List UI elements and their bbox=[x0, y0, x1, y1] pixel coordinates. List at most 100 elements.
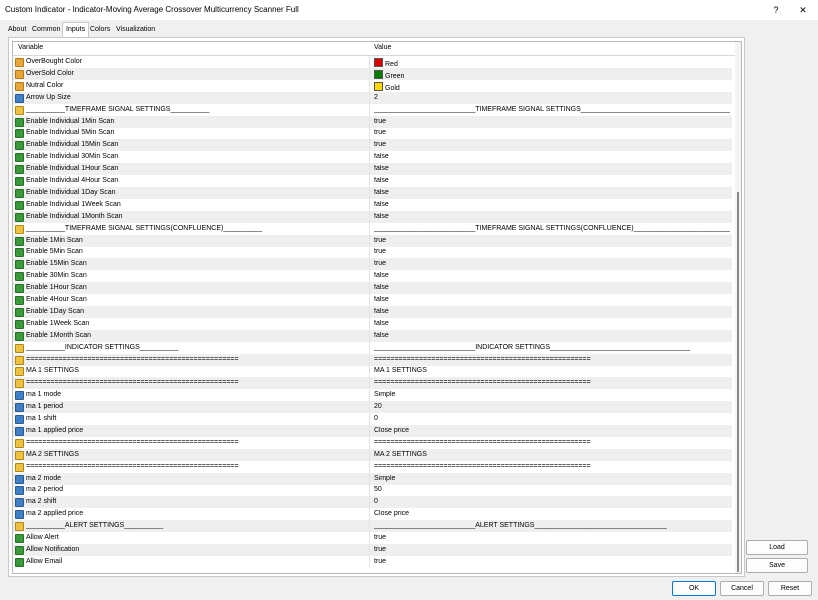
param-value-cell[interactable]: 0 bbox=[374, 498, 730, 505]
cancel-button[interactable]: Cancel bbox=[720, 581, 764, 596]
param-row[interactable]: ma 2 applied price Close price bbox=[13, 508, 732, 521]
param-value-cell[interactable]: ========================================… bbox=[374, 463, 730, 470]
param-row[interactable]: __________TIMEFRAME SIGNAL SETTINGS(CONF… bbox=[13, 222, 732, 235]
param-row[interactable]: Enable Individual 5Min Scan true bbox=[13, 127, 732, 140]
param-value-cell[interactable]: true bbox=[374, 237, 730, 244]
tab-colors[interactable]: Colors bbox=[87, 23, 113, 36]
param-value-cell[interactable]: false bbox=[374, 189, 730, 196]
param-row[interactable]: Enable Individual 1Week Scan false bbox=[13, 198, 732, 211]
param-value-cell[interactable]: Red bbox=[374, 58, 730, 68]
param-value-cell[interactable]: true bbox=[374, 546, 730, 553]
param-value-cell[interactable]: 0 bbox=[374, 415, 730, 422]
param-value-cell[interactable]: false bbox=[374, 201, 730, 208]
param-row[interactable]: Enable 1Week Scan false bbox=[13, 317, 732, 330]
param-row[interactable]: ma 2 shift 0 bbox=[13, 496, 732, 509]
param-value-cell[interactable]: Simple bbox=[374, 391, 730, 398]
param-value-cell[interactable]: Close price bbox=[374, 510, 730, 517]
param-value-cell[interactable]: ========================================… bbox=[374, 379, 730, 386]
param-row[interactable]: Enable 1Min Scan true bbox=[13, 234, 732, 247]
param-row[interactable]: ma 1 shift 0 bbox=[13, 413, 732, 425]
param-row[interactable]: Enable Individual 1Day Scan false bbox=[13, 186, 732, 199]
param-value-cell[interactable]: false bbox=[374, 320, 730, 327]
param-value-cell[interactable]: Green bbox=[374, 69, 730, 80]
param-value-cell[interactable]: MA 1 SETTINGS bbox=[374, 367, 730, 374]
param-row[interactable]: ma 1 mode Simple bbox=[13, 389, 732, 402]
param-row[interactable]: ma 1 period 20 bbox=[13, 401, 732, 414]
param-value-cell[interactable]: __________________________TIMEFRAME SIGN… bbox=[374, 106, 730, 113]
param-row[interactable]: Enable 30Min Scan false bbox=[13, 270, 732, 283]
param-row[interactable]: ========================================… bbox=[13, 460, 732, 473]
param-row[interactable]: Enable 1Hour Scan false bbox=[13, 282, 732, 295]
vertical-scrollbar[interactable] bbox=[735, 42, 741, 573]
param-row[interactable]: ========================================… bbox=[13, 353, 732, 366]
param-row[interactable]: OverSold Color Green bbox=[13, 67, 732, 80]
param-row[interactable]: __________TIMEFRAME SIGNAL SETTINGS_____… bbox=[13, 103, 732, 116]
variable-column-header[interactable]: Variable bbox=[18, 44, 43, 51]
param-row[interactable]: Enable Individual 1Min Scan true bbox=[13, 115, 732, 128]
param-value-cell[interactable]: ========================================… bbox=[374, 439, 730, 446]
param-row[interactable]: Enable 1Day Scan false bbox=[13, 305, 732, 318]
param-row[interactable]: Enable Individual 1Month Scan false bbox=[13, 210, 732, 223]
tab-about[interactable]: About bbox=[5, 23, 29, 36]
reset-button[interactable]: Reset bbox=[768, 581, 812, 596]
tab-visualization[interactable]: Visualization bbox=[113, 23, 158, 36]
param-row[interactable]: Enable Individual 4Hour Scan false bbox=[13, 175, 732, 187]
tab-common[interactable]: Common bbox=[29, 23, 63, 36]
param-value-cell[interactable]: false bbox=[374, 165, 730, 172]
tab-inputs[interactable]: Inputs bbox=[62, 22, 90, 38]
param-value-cell[interactable]: __________________________ALERT SETTINGS… bbox=[374, 522, 730, 529]
param-value-cell[interactable]: Simple bbox=[374, 475, 730, 482]
param-value-cell[interactable]: true bbox=[374, 118, 730, 125]
param-value-cell[interactable]: MA 2 SETTINGS bbox=[374, 451, 730, 458]
param-value-cell[interactable]: __________________________INDICATOR SETT… bbox=[374, 344, 730, 351]
param-row[interactable]: Enable Individual 15Min Scan true bbox=[13, 139, 732, 152]
param-value-cell[interactable]: true bbox=[374, 558, 730, 565]
param-row[interactable]: Enable 5Min Scan true bbox=[13, 246, 732, 259]
param-value-cell[interactable]: false bbox=[374, 153, 730, 160]
param-value-cell[interactable]: true bbox=[374, 260, 730, 267]
param-row[interactable]: ma 2 period 50 bbox=[13, 484, 732, 497]
param-row[interactable]: Allow Email true bbox=[13, 555, 732, 568]
param-value-cell[interactable]: false bbox=[374, 332, 730, 339]
param-row[interactable]: Allow Alert true bbox=[13, 532, 732, 544]
param-row[interactable]: ma 2 mode Simple bbox=[13, 472, 732, 485]
close-icon[interactable]: ✕ bbox=[793, 2, 813, 18]
load-button[interactable]: Load bbox=[746, 540, 808, 555]
scrollbar-thumb[interactable] bbox=[737, 192, 739, 572]
param-row[interactable]: Enable 15Min Scan true bbox=[13, 258, 732, 271]
param-value-cell[interactable]: false bbox=[374, 308, 730, 315]
save-button[interactable]: Save bbox=[746, 558, 808, 573]
param-value-cell[interactable]: 50 bbox=[374, 486, 730, 493]
param-row[interactable]: Enable 4Hour Scan false bbox=[13, 294, 732, 306]
param-row[interactable]: OverBought Color Red bbox=[13, 56, 732, 68]
param-row[interactable]: Arrow Up Size 2 bbox=[13, 91, 732, 104]
param-value-cell[interactable]: Close price bbox=[374, 427, 730, 434]
param-row[interactable]: Enable Individual 1Hour Scan false bbox=[13, 163, 732, 176]
param-value-cell[interactable]: false bbox=[374, 272, 730, 279]
param-value-cell[interactable]: false bbox=[374, 284, 730, 291]
param-row[interactable]: ========================================… bbox=[13, 436, 732, 449]
param-row[interactable]: ma 1 applied price Close price bbox=[13, 424, 732, 437]
param-value-cell[interactable]: 2 bbox=[374, 94, 730, 101]
param-row[interactable]: Allow Notification true bbox=[13, 543, 732, 556]
param-row[interactable]: MA 2 SETTINGS MA 2 SETTINGS bbox=[13, 448, 732, 461]
help-button[interactable]: ? bbox=[766, 2, 786, 18]
param-row[interactable]: MA 1 SETTINGS MA 1 SETTINGS bbox=[13, 365, 732, 378]
param-row[interactable]: Enable Individual 30Min Scan false bbox=[13, 151, 732, 164]
ok-button[interactable]: OK bbox=[672, 581, 716, 596]
param-value-cell[interactable]: false bbox=[374, 296, 730, 303]
param-row[interactable]: Nutral Color Gold bbox=[13, 79, 732, 92]
param-row[interactable]: ========================================… bbox=[13, 377, 732, 390]
param-value-cell[interactable]: Gold bbox=[374, 81, 730, 92]
param-row[interactable]: Enable 1Month Scan false bbox=[13, 329, 732, 342]
param-value-cell[interactable]: true bbox=[374, 534, 730, 541]
param-row[interactable]: __________ALERT SETTINGS__________ ______… bbox=[13, 520, 732, 533]
value-column-header[interactable]: Value bbox=[374, 44, 391, 51]
param-value-cell[interactable]: ========================================… bbox=[374, 356, 730, 363]
param-value-cell[interactable]: true bbox=[374, 141, 730, 148]
param-value-cell[interactable]: true bbox=[374, 248, 730, 255]
param-value-cell[interactable]: false bbox=[374, 213, 730, 220]
param-value-cell[interactable]: 20 bbox=[374, 403, 730, 410]
param-value-cell[interactable]: __________________________TIMEFRAME SIGN… bbox=[374, 225, 730, 232]
param-value-cell[interactable]: false bbox=[374, 177, 730, 184]
